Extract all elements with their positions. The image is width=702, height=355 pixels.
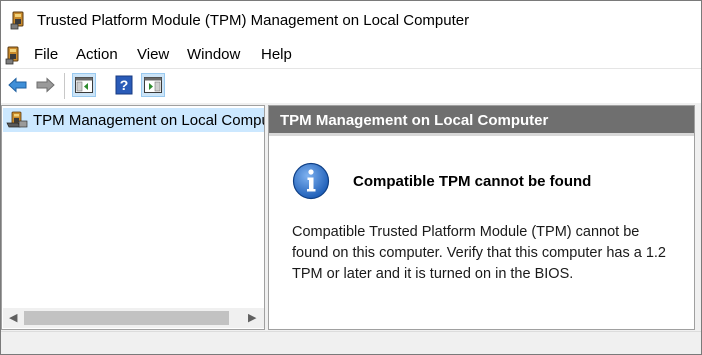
scroll-left-icon[interactable]: ◀ <box>9 311 17 324</box>
info-icon <box>292 162 330 200</box>
system-menu-icon[interactable] <box>5 44 23 65</box>
details-header-title: TPM Management on Local Computer <box>280 112 549 129</box>
console-tree-pane: TPM Management on Local Computer ◀ ▶ <box>1 105 265 330</box>
mmc-window: Trusted Platform Module (TPM) Management… <box>0 0 702 355</box>
tree-item-tpm-management[interactable]: TPM Management on Local Computer <box>3 108 264 132</box>
help-icon: ? <box>115 75 133 95</box>
scroll-thumb[interactable] <box>24 311 229 325</box>
svg-text:?: ? <box>120 77 129 93</box>
menu-action[interactable]: Action <box>76 46 118 63</box>
menu-window[interactable]: Window <box>187 46 240 63</box>
forward-button[interactable] <box>33 73 57 97</box>
status-bar <box>1 331 701 354</box>
menu-help[interactable]: Help <box>261 46 292 63</box>
message-heading: Compatible TPM cannot be found <box>353 173 592 190</box>
menu-bar: File Action View Window Help <box>1 41 701 68</box>
menu-view[interactable]: View <box>137 46 169 63</box>
scroll-right-icon[interactable]: ▶ <box>248 311 256 324</box>
back-button[interactable] <box>6 73 30 97</box>
help-button[interactable]: ? <box>112 73 136 97</box>
details-pane: TPM Management on Local Computer Compati… <box>268 105 695 330</box>
show-hide-action-pane-icon <box>144 77 162 93</box>
toolbar: ? <box>1 68 701 103</box>
back-arrow-icon <box>8 77 27 93</box>
title-bar[interactable]: Trusted Platform Module (TPM) Management… <box>1 1 701 41</box>
tree-item-label: TPM Management on Local Computer <box>33 112 264 129</box>
window-title: Trusted Platform Module (TPM) Management… <box>37 12 470 29</box>
message-body: Compatible Trusted Platform Module (TPM)… <box>292 224 666 282</box>
show-hide-console-tree-button[interactable] <box>72 73 96 97</box>
show-hide-console-tree-icon <box>75 77 93 93</box>
horizontal-scrollbar[interactable]: ◀ ▶ <box>3 308 264 328</box>
tpm-app-icon <box>10 11 24 30</box>
details-header: TPM Management on Local Computer <box>269 106 694 136</box>
menu-file[interactable]: File <box>34 46 58 63</box>
forward-arrow-icon <box>36 77 55 93</box>
show-hide-action-pane-button[interactable] <box>141 73 165 97</box>
tpm-node-icon <box>6 111 28 128</box>
toolbar-separator <box>64 73 65 99</box>
